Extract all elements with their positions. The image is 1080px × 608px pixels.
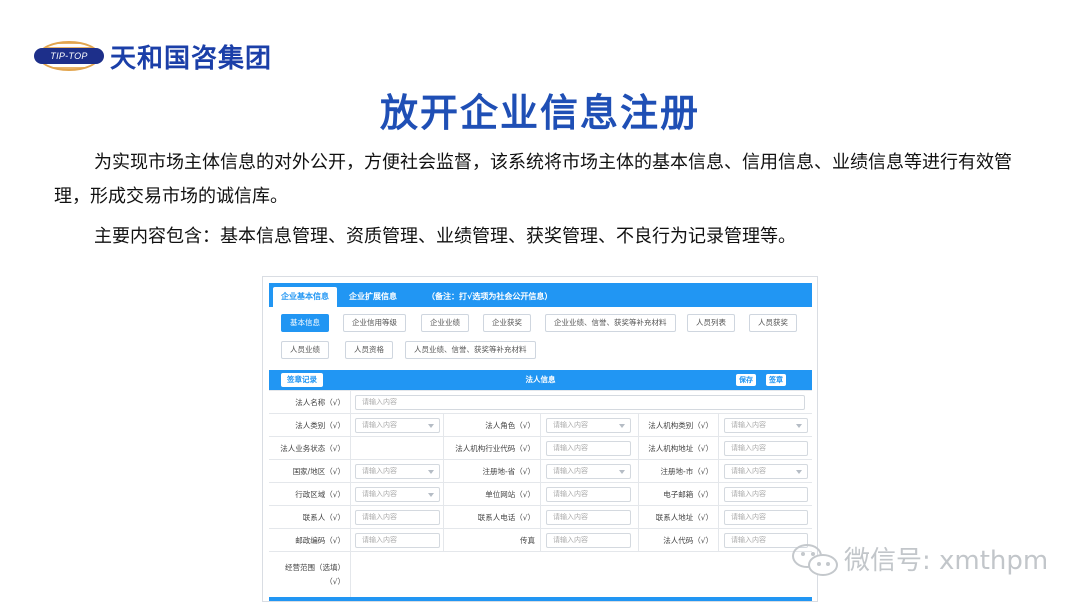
email-input[interactable]: 请输入内容 [724,487,808,502]
chevron-down-icon [796,470,802,474]
field-label: 注册地-省（√） [444,460,541,482]
field-label: 法人名称（√） [269,391,351,413]
form-row: 邮政编码（√） 请输入内容 传真 请输入内容 法人代码（√） 请输入内容 [269,529,812,552]
tab-note: （备注：打√选项为社会公开信息） [427,292,553,301]
field-label: 联系人地址（√） [639,506,719,528]
sign-button[interactable]: 签章 [766,374,786,386]
chip-personnel-supplementary[interactable]: 人员业绩、信誉、获奖等补充材料 [405,341,536,359]
field-label: 单位网站（√） [444,483,541,505]
business-scope-label: 经营范围（选填） （√） [269,552,351,598]
field-label: 法人业务状态（√） [269,437,351,459]
form-row: 经营范围（选填） （√） [269,552,812,598]
bottom-bar [269,597,812,601]
chip-personnel-performance[interactable]: 人员业绩 [281,341,329,359]
chip-credit-level[interactable]: 企业信用等级 [343,314,406,332]
form-row: 行政区域（√） 请输入内容 单位网站（√） 请输入内容 电子邮箱（√） 请输入内… [269,483,812,506]
field-label: 联系人电话（√） [444,506,541,528]
intro-paragraph: 为实现市场主体信息的对外公开，方便社会监督，该系统将市场主体的基本信息、信用信息… [54,152,1012,207]
form-row: 法人业务状态（√） 法人机构行业代码（√） 请输入内容 法人机构地址（√） 请输… [269,437,812,460]
form-row: 联系人（√） 请输入内容 联系人电话（√） 请输入内容 联系人地址（√） 请输入… [269,506,812,529]
business-scope-textarea[interactable] [351,552,812,598]
field-label: 电子邮箱（√） [639,483,719,505]
form-row: 国家/地区（√） 请输入内容 注册地-省（√） 请输入内容 注册地-市（√） 请… [269,460,812,483]
company-name: 天和国咨集团 [110,43,273,74]
company-logo: TIP-TOP 天和国咨集团 [34,36,272,76]
field-label: 传真 [444,529,541,551]
chip-personnel-awards[interactable]: 人员获奖 [749,314,797,332]
tab-extended-info[interactable]: 企业扩展信息 [349,287,397,307]
wechat-watermark: 微信号: xmthpm [786,536,1048,580]
form-row: 法人名称（√） 请输入内容 [269,391,812,414]
field-label: 法人机构类别（√） [639,414,719,436]
section-header: 签章记录 法人信息 保存 签章 [269,370,812,390]
tab-bar: 企业基本信息 企业扩展信息 （备注：打√选项为社会公开信息） [269,283,812,307]
save-button[interactable]: 保存 [736,374,756,386]
field-label: 法人机构行业代码（√） [444,437,541,459]
chip-enterprise-performance[interactable]: 企业业绩 [421,314,469,332]
watermark-text: 微信号: xmthpm [844,545,1049,576]
chip-personnel-qualification[interactable]: 人员资格 [345,341,393,359]
field-label: 行政区域（√） [269,483,351,505]
contact-address-input[interactable]: 请输入内容 [724,510,808,525]
field-label: 邮政编码（√） [269,529,351,551]
legal-name-input[interactable]: 请输入内容 [355,395,805,410]
field-label: 法人角色（√） [444,414,541,436]
form-row: 法人类别（√） 请输入内容 法人角色（√） 请输入内容 法人机构类别（√） 请输… [269,414,812,437]
field-label: 法人代码（√） [639,529,719,551]
chip-enterprise-awards[interactable]: 企业获奖 [483,314,531,332]
city-select[interactable]: 请输入内容 [724,464,808,479]
org-address-input[interactable]: 请输入内容 [724,441,808,456]
chip-personnel-list[interactable]: 人员列表 [687,314,735,332]
chip-basic-info[interactable]: 基本信息 [281,314,329,332]
section-title: 法人信息 [525,375,556,384]
registration-form-screenshot: 企业基本信息 企业扩展信息 （备注：打√选项为社会公开信息） 基本信息 企业信用… [262,276,818,602]
chevron-down-icon [796,424,802,428]
chip-supplementary-materials[interactable]: 企业业绩、信誉、获奖等补充材料 [545,314,676,332]
legal-person-form: 法人名称（√） 请输入内容 法人类别（√） 请输入内容 法人角色（√） 请输入内… [269,390,812,598]
field-label: 法人机构地址（√） [639,437,719,459]
field-label: 注册地-市（√） [639,460,719,482]
org-type-select[interactable]: 请输入内容 [724,418,808,433]
field-label: 国家/地区（√） [269,460,351,482]
logo-band-text: TIP-TOP [34,48,104,64]
page-title: 放开企业信息注册 [379,91,700,135]
wechat-icon [786,538,842,578]
content-summary: 主要内容包含：基本信息管理、资质管理、业绩管理、获奖管理、不良行为记录管理等。 [94,226,796,247]
field-label: 联系人（√） [269,506,351,528]
globe-logo-icon: TIP-TOP [34,38,104,74]
tab-basic-info[interactable]: 企业基本信息 [273,287,337,307]
